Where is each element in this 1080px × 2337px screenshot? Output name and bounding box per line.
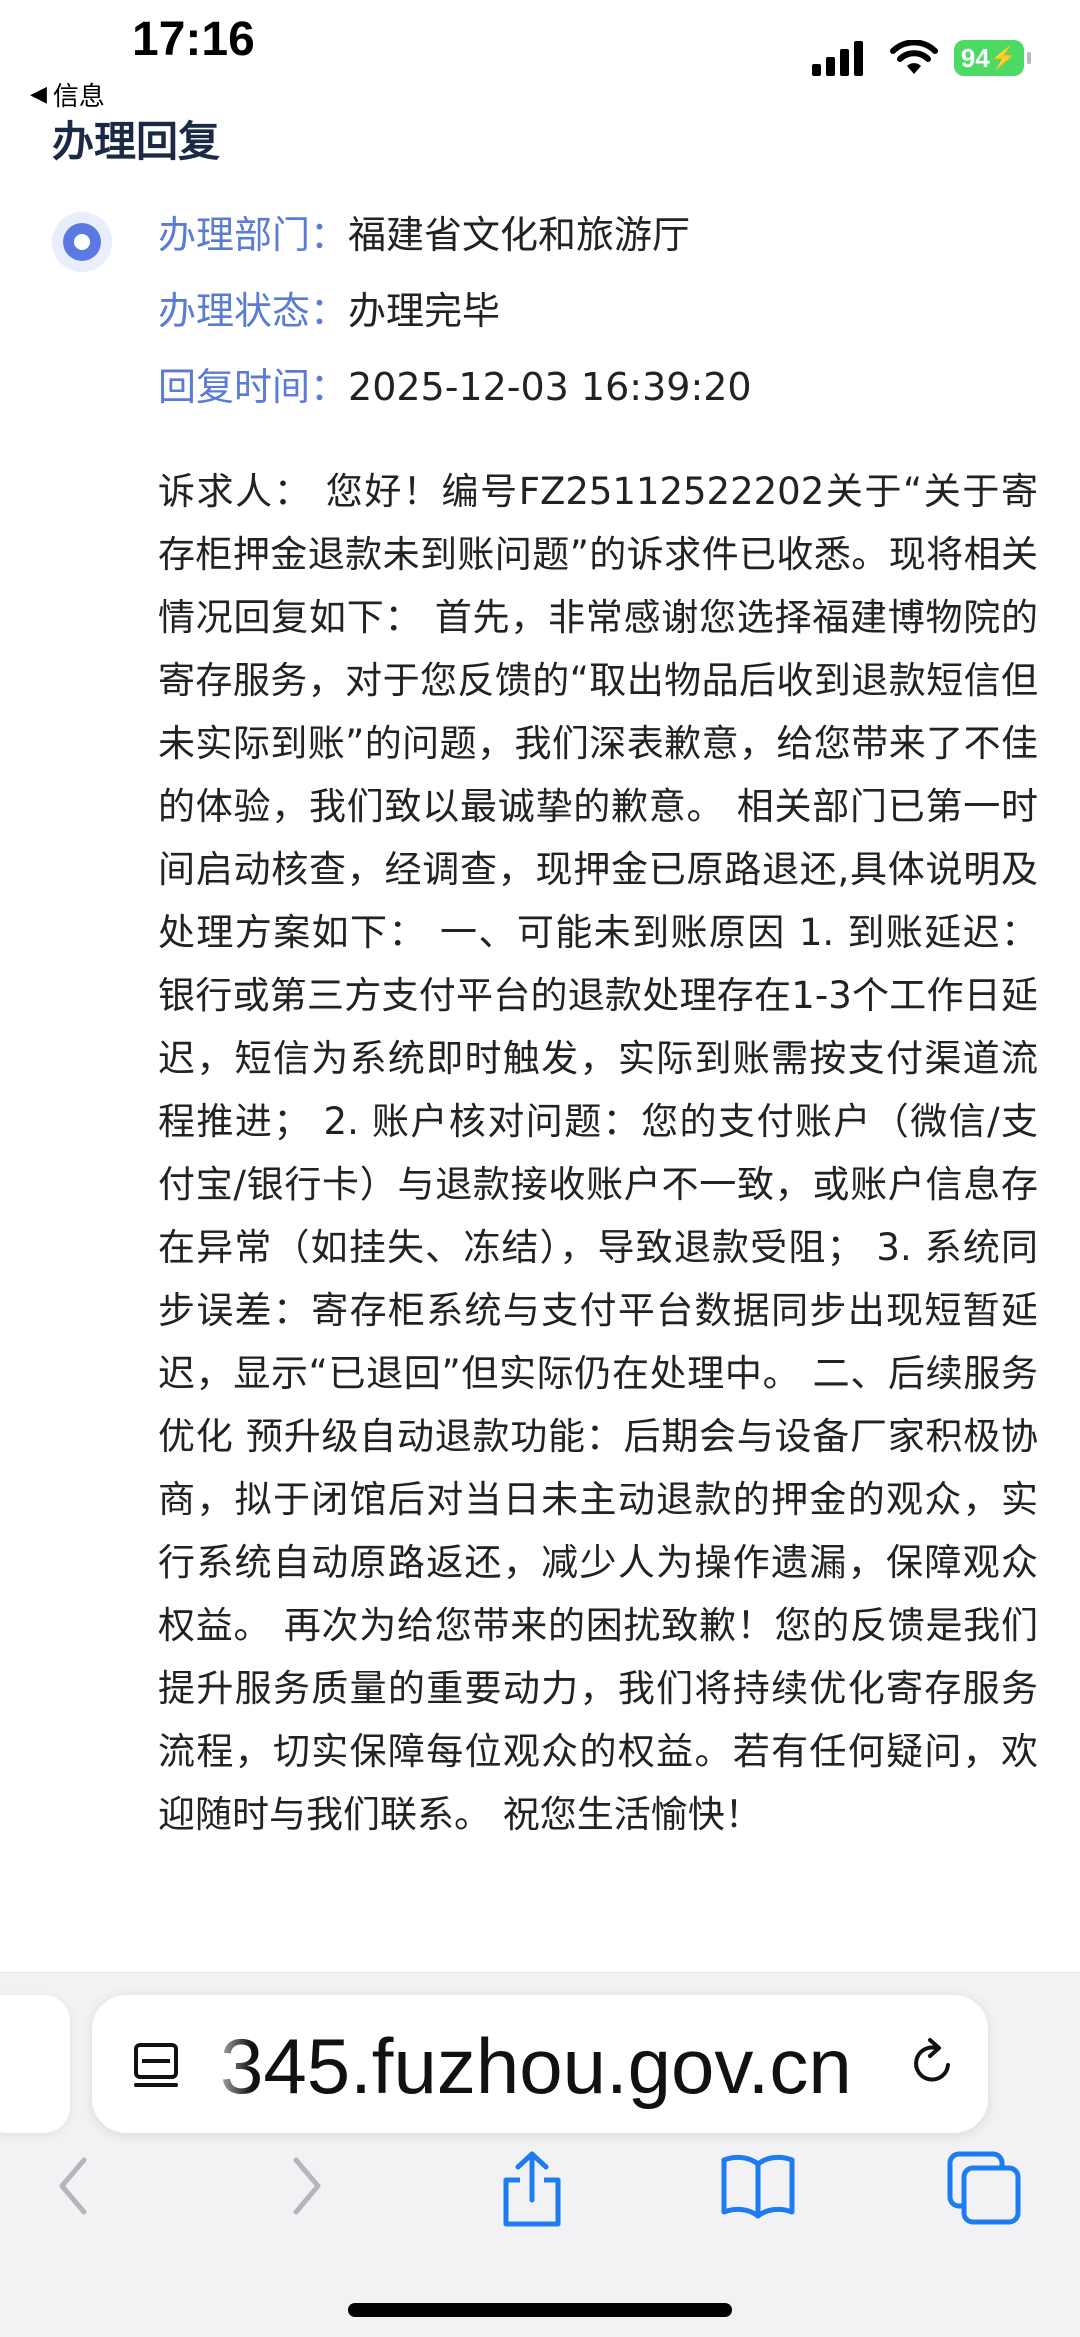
home-indicator[interactable]	[348, 2303, 732, 2317]
battery-icon: 94 ⚡	[954, 40, 1031, 76]
reply-content: 诉求人： 您好！编号FZ25112522202关于“关于寄存柜押金退款未到账问题…	[158, 470, 1038, 1836]
address-url[interactable]: 345.fuzhou.gov.cn	[220, 2021, 900, 2112]
reply-time-value: 2025-12-03 16:39:20	[348, 365, 752, 409]
address-fade	[202, 1995, 252, 2133]
wifi-icon	[890, 40, 938, 74]
battery-level: 94	[960, 42, 990, 73]
department-value: 福建省文化和旅游厅	[348, 213, 691, 257]
browser-toolbar	[0, 2150, 1080, 2230]
address-bar[interactable]: 345.fuzhou.gov.cn	[92, 1995, 988, 2133]
previous-tab-preview[interactable]	[0, 1995, 70, 2133]
book-icon[interactable]	[718, 2150, 798, 2220]
reader-icon[interactable]	[130, 2039, 182, 2091]
reload-icon[interactable]	[904, 2035, 960, 2091]
chevron-left-icon[interactable]	[44, 2150, 104, 2222]
share-icon[interactable]	[496, 2150, 568, 2228]
status-time: 17:16	[132, 13, 255, 66]
chevron-right-icon[interactable]	[276, 2150, 336, 2222]
reply-time-label: 回复时间：	[158, 365, 349, 409]
status-row: 办理状态：办理完毕	[158, 286, 500, 336]
back-triangle-icon: ◀	[30, 82, 47, 107]
department-row: 办理部门：福建省文化和旅游厅	[158, 210, 690, 260]
status-icons: 94 ⚡	[812, 40, 1031, 76]
timeline-dot-icon	[52, 212, 112, 272]
page-title: 办理回复	[52, 117, 221, 166]
department-label: 办理部门：	[158, 213, 349, 257]
status-label: 办理状态：	[158, 289, 349, 333]
cellular-signal-icon	[812, 40, 868, 76]
reply-time-row: 回复时间：2025-12-03 16:39:20	[158, 362, 752, 412]
status-value: 办理完毕	[348, 289, 501, 333]
tabs-icon[interactable]	[946, 2150, 1022, 2226]
